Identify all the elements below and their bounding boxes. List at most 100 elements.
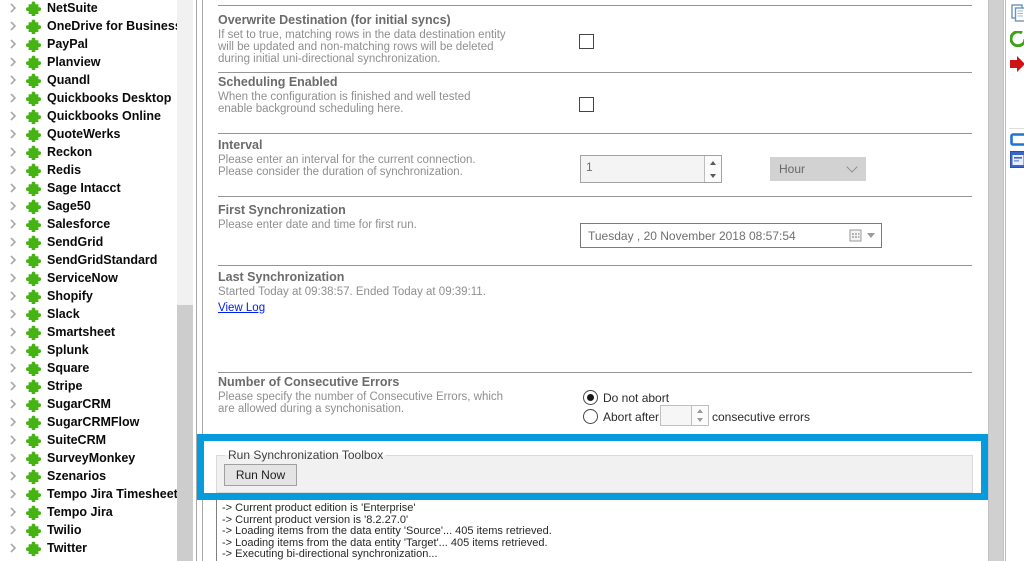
sync-log-output[interactable]: -> Current product edition is 'Enterpris… — [216, 500, 988, 561]
tree-item[interactable]: Planview — [0, 53, 178, 71]
chevron-right-icon[interactable] — [9, 57, 17, 67]
abort-after-radio[interactable] — [583, 409, 598, 424]
chevron-right-icon[interactable] — [9, 237, 17, 247]
tree-item[interactable]: Szenarios — [0, 467, 178, 485]
chevron-right-icon[interactable] — [9, 3, 17, 13]
tree-item[interactable]: Slack — [0, 305, 178, 323]
tree-item[interactable]: Redis — [0, 161, 178, 179]
chevron-down-icon[interactable] — [867, 233, 875, 238]
chevron-right-icon[interactable] — [9, 435, 17, 445]
chevron-right-icon[interactable] — [9, 201, 17, 211]
tree-item[interactable]: Quickbooks Desktop — [0, 89, 178, 107]
tree-item[interactable]: Shopify — [0, 287, 178, 305]
form-control-icon[interactable] — [1010, 151, 1024, 168]
tree-item[interactable]: SurveyMonkey — [0, 449, 178, 467]
settings-scrollbar-thumb[interactable] — [988, 0, 1004, 561]
textbox-control-icon[interactable] — [1010, 133, 1024, 146]
chevron-right-icon[interactable] — [9, 183, 17, 193]
connector-puzzle-icon — [26, 1, 41, 16]
tree-item[interactable]: PayPal — [0, 35, 178, 53]
tree-item[interactable]: Stripe — [0, 377, 178, 395]
tree-item[interactable]: Quandl — [0, 71, 178, 89]
copy-icon[interactable] — [1010, 4, 1024, 22]
chevron-right-icon[interactable] — [9, 255, 17, 265]
tree-item[interactable]: SendGridStandard — [0, 251, 178, 269]
spin-up-icon[interactable] — [705, 156, 721, 169]
do-not-abort-radio[interactable] — [583, 390, 598, 405]
chevron-right-icon[interactable] — [9, 111, 17, 121]
tree-item-label: QuoteWerks — [47, 127, 120, 141]
connector-puzzle-icon — [26, 55, 41, 70]
spin-down-icon[interactable] — [705, 169, 721, 182]
chevron-right-icon[interactable] — [9, 273, 17, 283]
tree-item[interactable]: Tempo Jira Timesheets — [0, 485, 178, 503]
chevron-right-icon[interactable] — [9, 147, 17, 157]
sidebar-scrollbar[interactable] — [177, 0, 193, 561]
do-not-abort-label: Do not abort — [603, 391, 669, 405]
chevron-right-icon[interactable] — [9, 453, 17, 463]
chevron-right-icon[interactable] — [9, 543, 17, 553]
chevron-right-icon[interactable] — [9, 93, 17, 103]
chevron-right-icon[interactable] — [9, 345, 17, 355]
overwrite-destination-checkbox[interactable] — [579, 34, 594, 49]
tree-item[interactable]: Square — [0, 359, 178, 377]
tree-item[interactable]: OneDrive for Business — [0, 17, 178, 35]
chevron-right-icon[interactable] — [9, 471, 17, 481]
chevron-right-icon[interactable] — [9, 129, 17, 139]
section-divider — [218, 72, 972, 73]
tree-item[interactable]: SuiteCRM — [0, 431, 178, 449]
chevron-right-icon[interactable] — [9, 219, 17, 229]
tree-item[interactable]: QuoteWerks — [0, 125, 178, 143]
chevron-right-icon[interactable] — [9, 381, 17, 391]
abort-count-spinner[interactable] — [691, 406, 708, 425]
run-now-button[interactable]: Run Now — [224, 464, 297, 486]
chevron-right-icon[interactable] — [9, 489, 17, 499]
interval-unit-select[interactable]: Hour — [770, 157, 866, 181]
tree-item[interactable]: NetSuite — [0, 0, 178, 17]
tree-item[interactable]: Twitter — [0, 539, 178, 557]
abort-count-input[interactable] — [660, 405, 709, 426]
tree-item[interactable]: Quickbooks Online — [0, 107, 178, 125]
first-sync-datepicker[interactable]: Tuesday , 20 November 2018 08:57:54 — [580, 223, 882, 248]
chevron-right-icon[interactable] — [9, 525, 17, 535]
tree-item[interactable]: Sage50 — [0, 197, 178, 215]
tree-item[interactable]: SugarCRM — [0, 395, 178, 413]
chevron-right-icon[interactable] — [9, 417, 17, 427]
connector-puzzle-icon — [26, 109, 41, 124]
interval-value-input[interactable]: 1 — [580, 155, 722, 183]
chevron-right-icon[interactable] — [9, 291, 17, 301]
tree-item[interactable]: Reckon — [0, 143, 178, 161]
sidebar-scrollbar-thumb[interactable] — [177, 305, 193, 561]
chevron-right-icon[interactable] — [9, 309, 17, 319]
tree-item[interactable]: Splunk — [0, 341, 178, 359]
chevron-right-icon[interactable] — [9, 507, 17, 517]
tree-item[interactable]: Salesforce — [0, 215, 178, 233]
chevron-right-icon[interactable] — [9, 39, 17, 49]
chevron-right-icon[interactable] — [9, 327, 17, 337]
spin-up-icon[interactable] — [692, 406, 708, 416]
refresh-icon[interactable] — [1010, 31, 1024, 47]
chevron-right-icon[interactable] — [9, 75, 17, 85]
spin-down-icon[interactable] — [692, 416, 708, 426]
tree-item[interactable]: Smartsheet — [0, 323, 178, 341]
tree-item[interactable]: SendGrid — [0, 233, 178, 251]
connector-puzzle-icon — [26, 163, 41, 178]
tree-item-label: SugarCRMFlow — [47, 415, 139, 429]
tree-item[interactable]: ServiceNow — [0, 269, 178, 287]
tree-item[interactable]: Twilio — [0, 521, 178, 539]
interval-spinner[interactable] — [704, 156, 721, 182]
chevron-right-icon[interactable] — [9, 21, 17, 31]
chevron-right-icon[interactable] — [9, 399, 17, 409]
tree-item-label: Quickbooks Desktop — [47, 91, 171, 105]
scheduling-enabled-checkbox[interactable] — [579, 97, 594, 112]
tree-item[interactable]: Tempo Jira — [0, 503, 178, 521]
chevron-down-icon — [846, 161, 857, 172]
view-log-link[interactable]: View Log — [218, 302, 265, 314]
tree-item[interactable]: SugarCRMFlow — [0, 413, 178, 431]
run-arrow-icon[interactable] — [1009, 54, 1024, 74]
tree-item[interactable]: Sage Intacct — [0, 179, 178, 197]
chevron-right-icon[interactable] — [9, 363, 17, 373]
consecutive-errors-suffix: consecutive errors — [712, 410, 810, 424]
settings-scrollbar[interactable] — [988, 0, 1004, 561]
chevron-right-icon[interactable] — [9, 165, 17, 175]
